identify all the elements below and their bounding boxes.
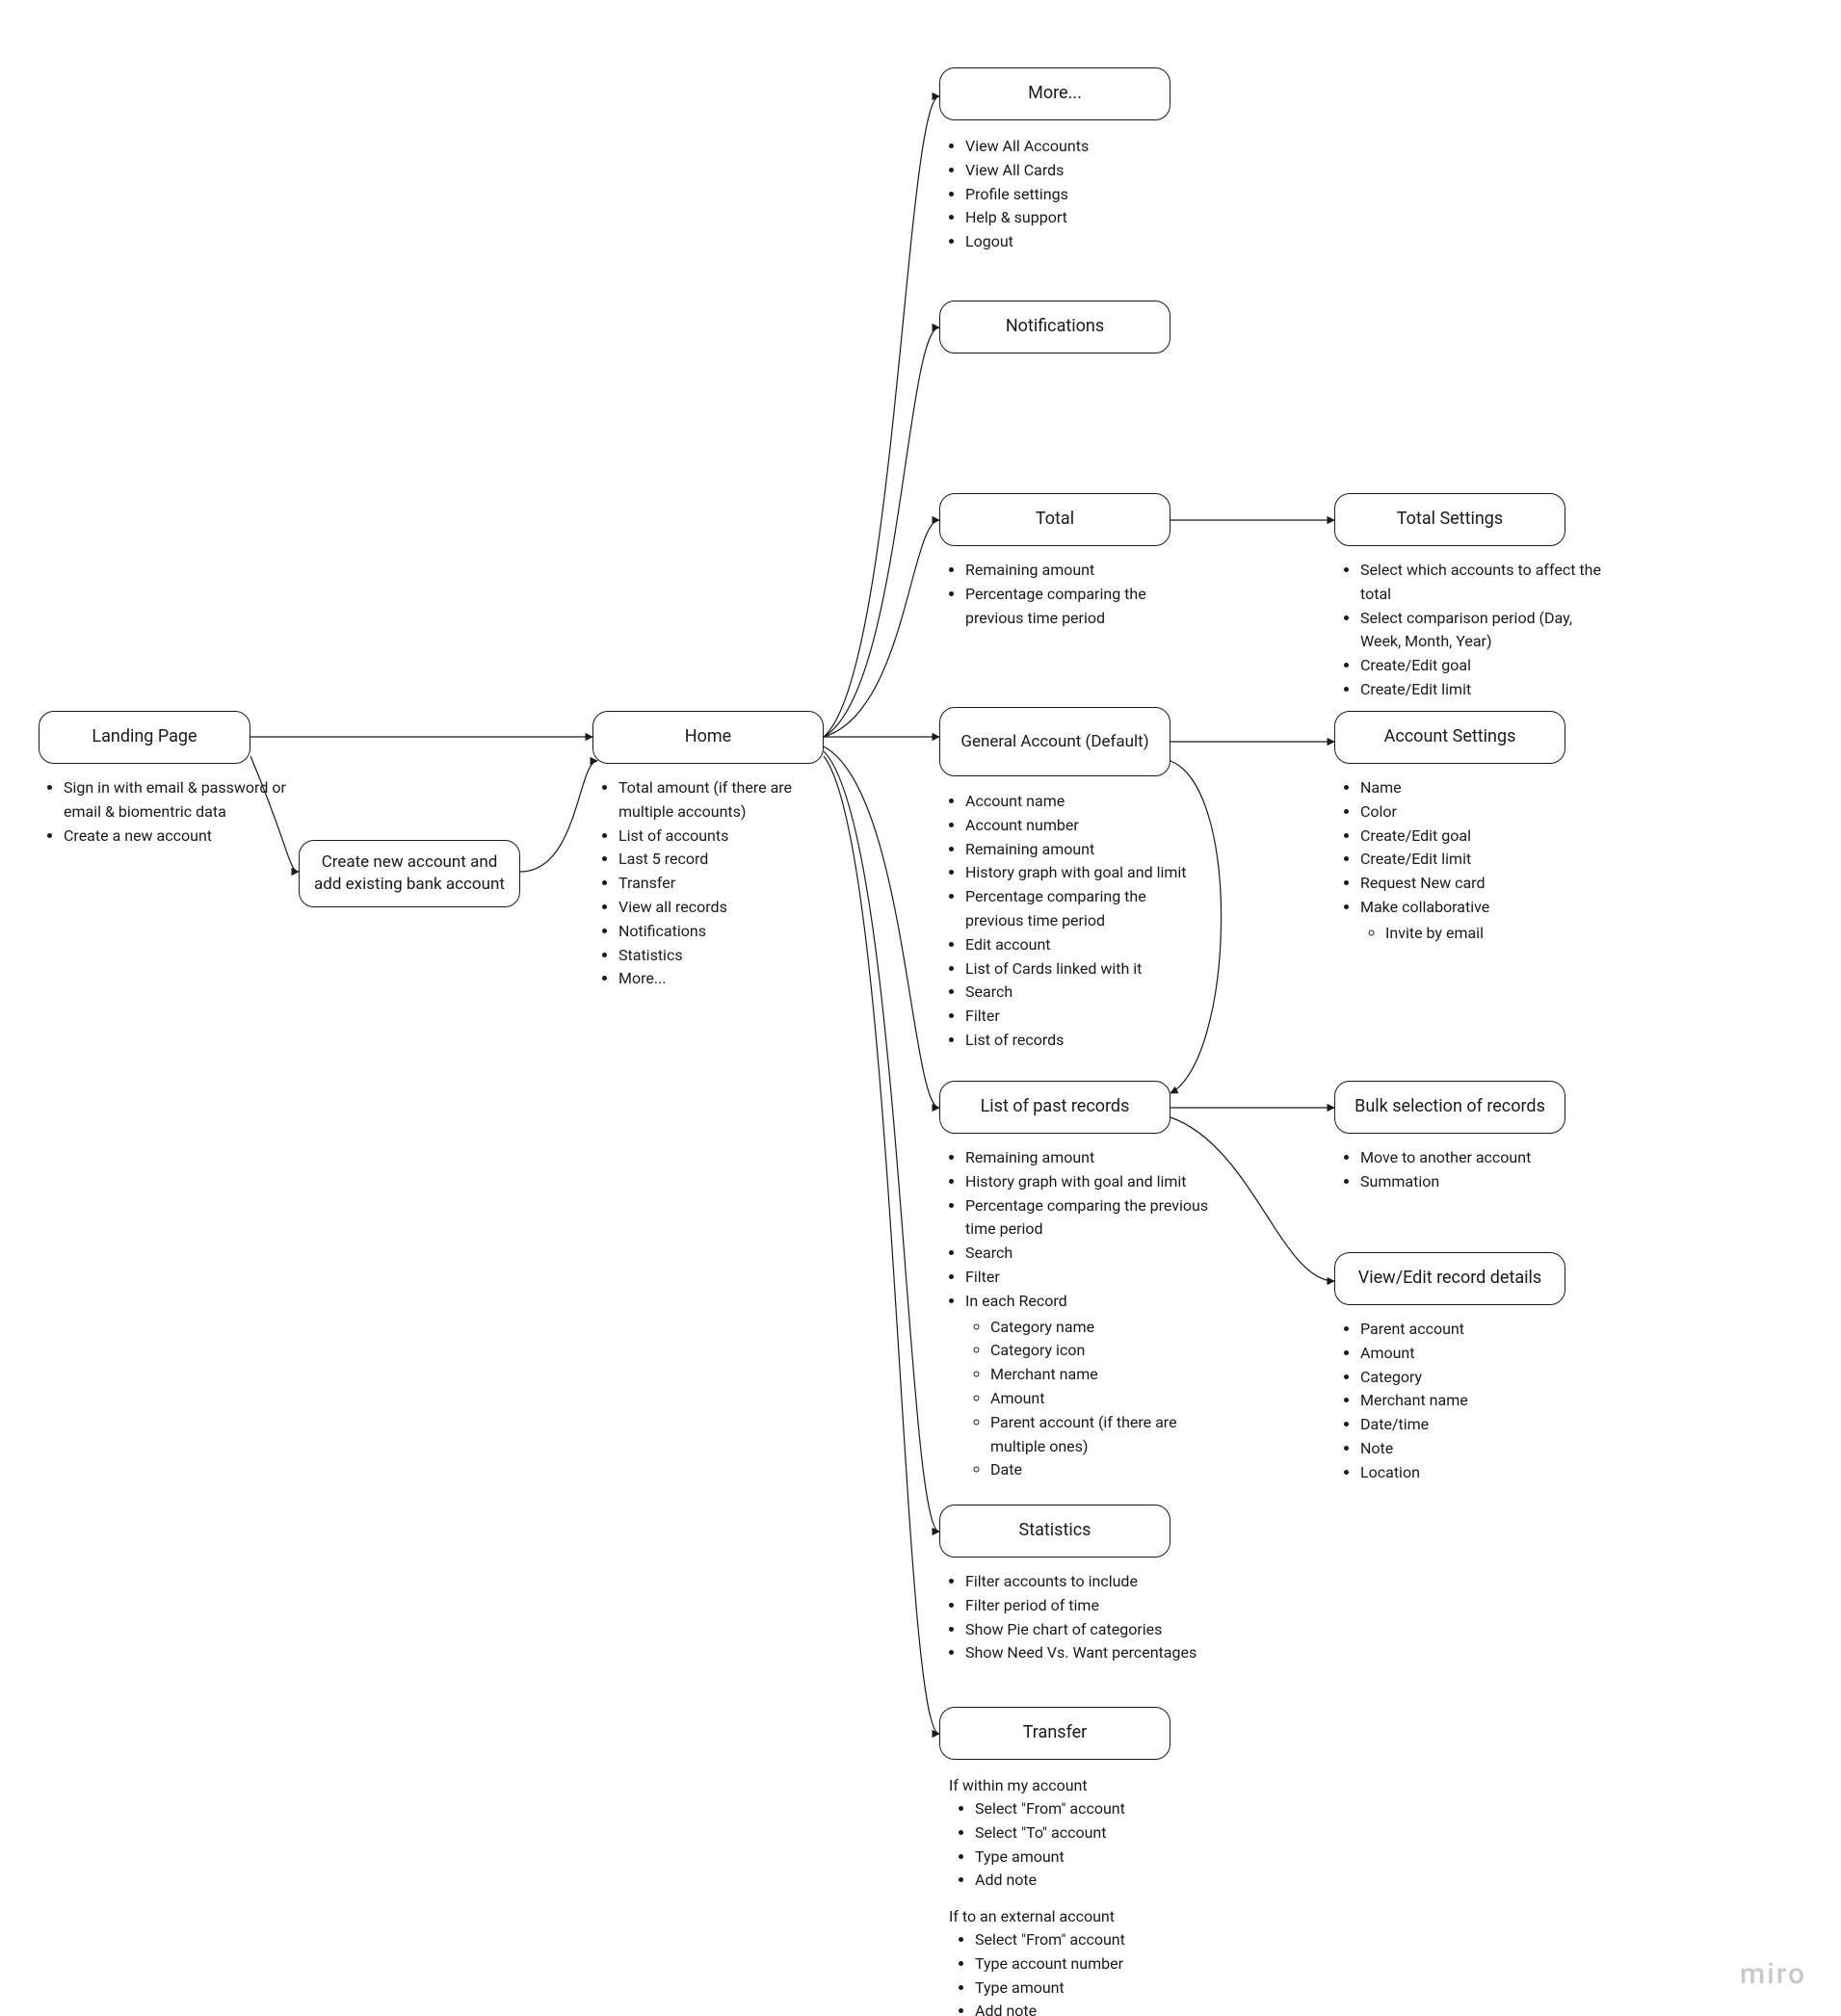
bullets-transfer-b: Select "From" account Type account numbe… — [954, 1928, 1223, 2016]
connectors-layer — [0, 0, 1841, 2016]
node-bulk-selection: Bulk selection of records — [1334, 1081, 1565, 1134]
node-title: Bulk selection of records — [1354, 1095, 1545, 1118]
node-title: View/Edit record details — [1358, 1267, 1541, 1290]
bullets-transfer-a: Select "From" account Select "To" accoun… — [954, 1797, 1223, 1893]
node-total-settings: Total Settings — [1334, 493, 1565, 546]
bullets-more: View All Accounts View All Cards Profile… — [944, 135, 1185, 254]
diagram-canvas: Landing Page Sign in with email & passwo… — [0, 0, 1841, 2016]
bullets-statistics: Filter accounts to include Filter period… — [944, 1570, 1214, 1665]
transfer-intro-b: If to an external account — [949, 1905, 1115, 1928]
node-title: Notifications — [1006, 315, 1104, 338]
node-transfer: Transfer — [939, 1707, 1170, 1760]
node-notifications: Notifications — [939, 301, 1170, 353]
bullets-total-settings: Select which accounts to affect the tota… — [1339, 559, 1609, 702]
node-total: Total — [939, 493, 1170, 546]
node-title: List of past records — [981, 1095, 1130, 1118]
bullets-home: Total amount (if there are multiple acco… — [597, 776, 838, 991]
node-title: Statistics — [1019, 1519, 1091, 1542]
bullets-bulk-selection: Move to another account Summation — [1339, 1146, 1609, 1194]
node-more: More... — [939, 67, 1170, 120]
transfer-intro-a: If within my account — [949, 1774, 1088, 1797]
node-landing-page: Landing Page — [39, 711, 250, 764]
node-title: Total Settings — [1397, 508, 1503, 531]
node-home: Home — [592, 711, 824, 764]
bullets-general-account: Account name Account number Remaining am… — [944, 790, 1204, 1053]
node-title: Total — [1036, 508, 1074, 531]
node-title: More... — [1028, 82, 1082, 105]
node-create-account: Create new account and add existing bank… — [299, 840, 520, 907]
node-title: Account Settings — [1384, 725, 1516, 748]
node-title: General Account (Default) — [960, 731, 1148, 753]
node-general-account: General Account (Default) — [939, 707, 1170, 776]
miro-watermark: miro — [1740, 1957, 1806, 1991]
bullets-view-edit-record: Parent account Amount Category Merchant … — [1339, 1318, 1609, 1485]
bullets-landing: Sign in with email & password or email &… — [42, 776, 293, 848]
bullets-account-settings: Name Color Create/Edit goal Create/Edit … — [1339, 776, 1609, 946]
node-past-records: List of past records — [939, 1081, 1170, 1134]
node-title: Landing Page — [92, 725, 197, 748]
node-view-edit-record: View/Edit record details — [1334, 1252, 1565, 1305]
bullets-total: Remaining amount Percentage comparing th… — [944, 559, 1195, 630]
node-title: Transfer — [1023, 1721, 1088, 1744]
node-statistics: Statistics — [939, 1505, 1170, 1558]
bullets-past-records: Remaining amount History graph with goal… — [944, 1146, 1223, 1482]
node-title: Create new account and add existing bank… — [311, 851, 508, 896]
node-title: Home — [685, 725, 731, 748]
node-account-settings: Account Settings — [1334, 711, 1565, 764]
